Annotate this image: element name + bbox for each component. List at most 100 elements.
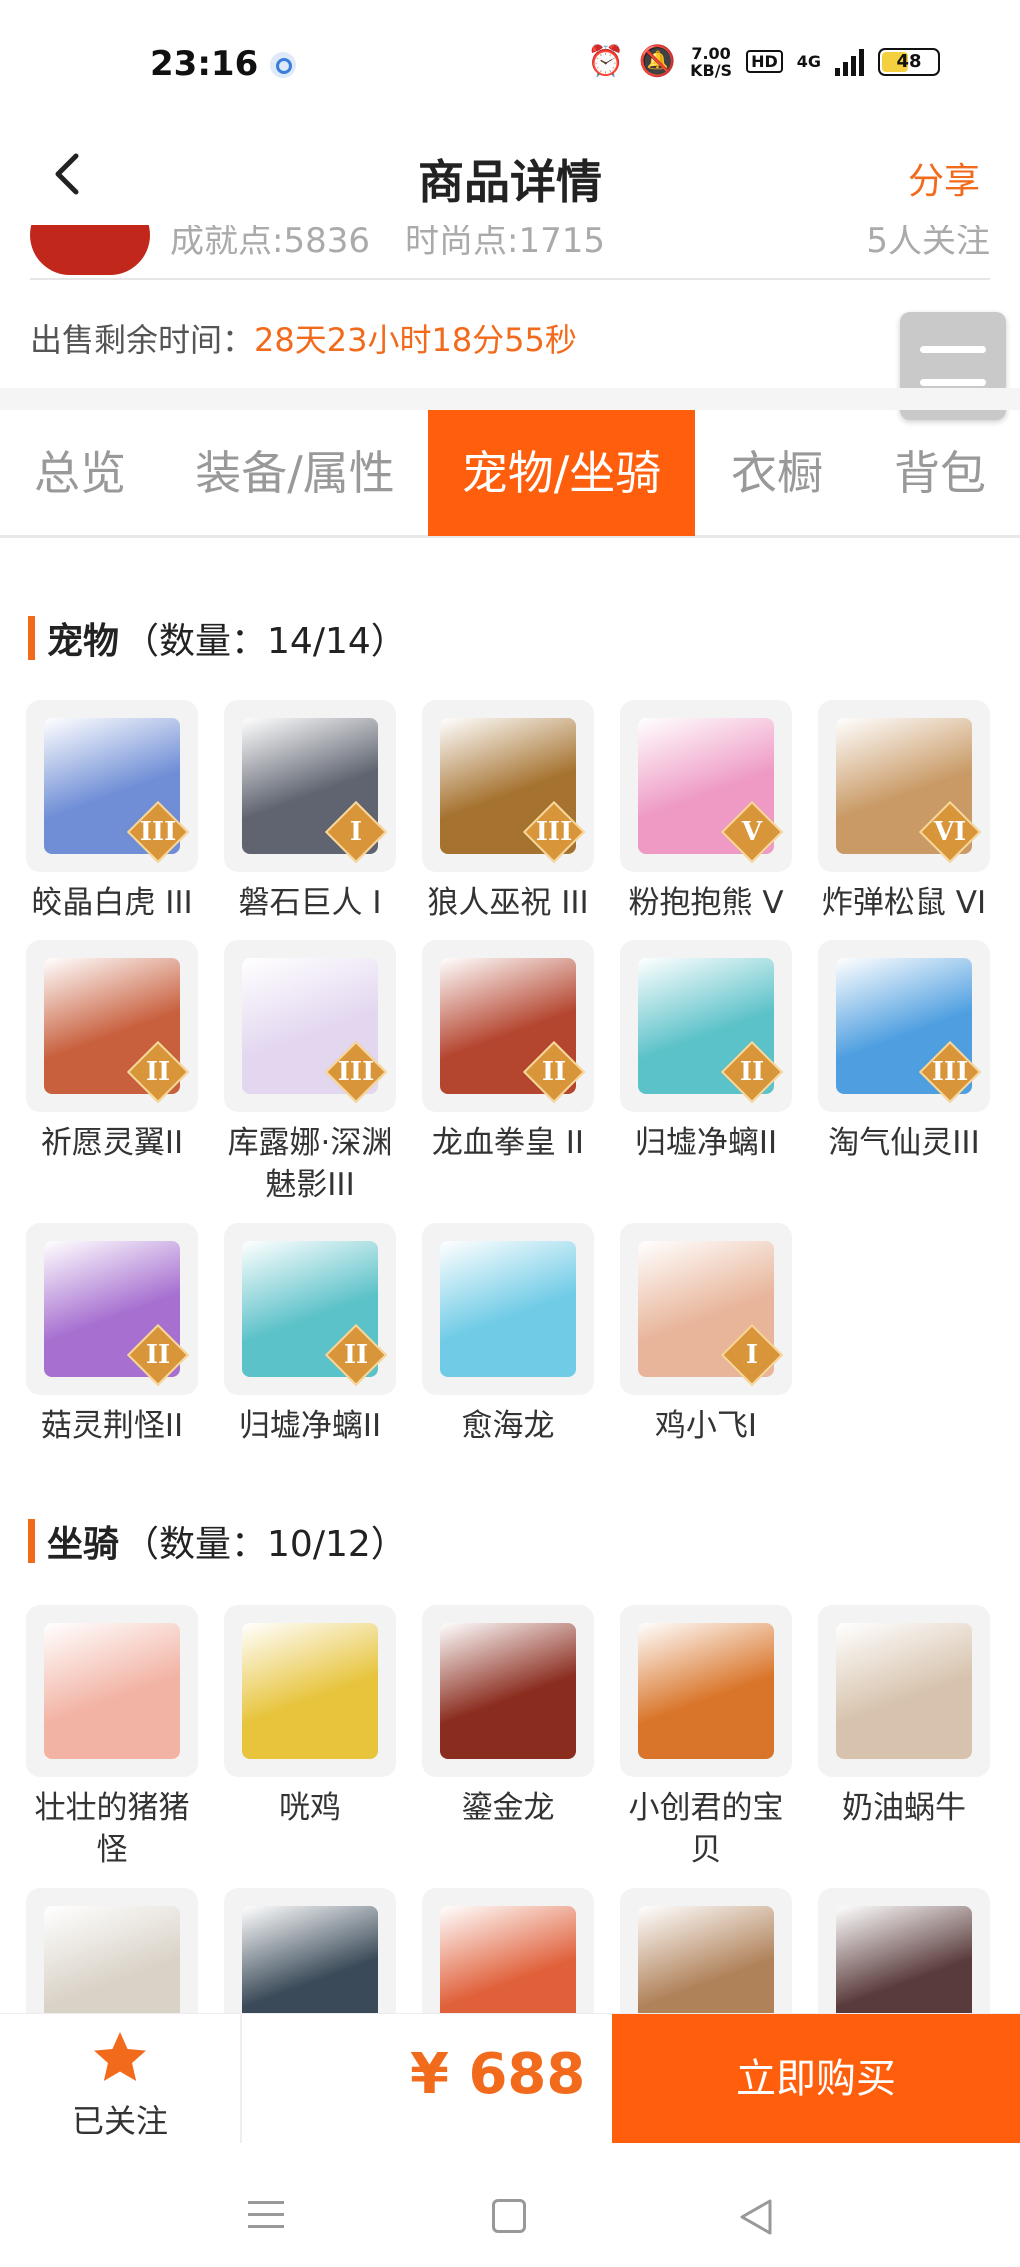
pet-name: 归墟净螭II [238, 1408, 382, 1444]
pet-name: 愈海龙 [461, 1408, 555, 1444]
pets-title: 宠物 [47, 621, 120, 662]
detail-tabs: 总览 装备/属性 宠物/坐骑 衣橱 背包 [0, 410, 1020, 538]
pet-item[interactable]: II 归墟净螭II [616, 940, 796, 1164]
mounts-section-header: 坐骑 （数量：10/12） [28, 1515, 407, 1567]
rank-numeral: I [745, 1340, 759, 1370]
mount-name: 奶油蜗牛 [842, 1790, 966, 1826]
pet-name: 皎晶白虎 III [31, 885, 193, 921]
pet-item[interactable]: III 狼人巫祝 III [418, 700, 598, 924]
tab-equipment[interactable]: 装备/属性 [180, 410, 410, 536]
rank-numeral: III [337, 1057, 375, 1087]
mount-image [440, 1623, 576, 1759]
pet-name: 淘气仙灵III [828, 1125, 980, 1161]
network-type: 4G [796, 52, 821, 71]
sale-timer-label: 出售剩余时间： [30, 321, 255, 359]
pet-thumbnail: II [26, 1223, 198, 1395]
pet-name: 祈愿灵翼II [40, 1125, 184, 1161]
pet-thumbnail: I [224, 700, 396, 872]
pet-name: 狼人巫祝 III [427, 885, 589, 921]
tab-wardrobe[interactable]: 衣橱 [712, 410, 842, 536]
status-bar: 23:16 ⏰ 🔕 7.00 KB/S HD 4G 48 [0, 0, 1020, 130]
pet-item[interactable]: III 淘气仙灵III [814, 940, 994, 1164]
pet-thumbnail: III [224, 940, 396, 1112]
pet-item[interactable]: II 祈愿灵翼II [22, 940, 202, 1164]
pet-thumbnail: III [26, 700, 198, 872]
battery-level: 48 [896, 50, 922, 72]
mount-thumbnail [26, 1605, 198, 1777]
pet-thumbnail: III [818, 940, 990, 1112]
mount-item[interactable]: 鎏金龙 [418, 1605, 598, 1829]
follow-button[interactable]: 已关注 [0, 2014, 242, 2144]
pet-item[interactable]: V 粉抱抱熊 V [616, 700, 796, 924]
rank-numeral: I [349, 817, 363, 847]
hd-icon: HD [746, 50, 783, 73]
system-back-icon[interactable] [738, 2197, 774, 2237]
pet-item[interactable]: III 库露娜·深渊魅影III [220, 940, 400, 1206]
status-icons: ⏰ 🔕 7.00 KB/S HD 4G 48 [587, 44, 940, 79]
rank-numeral: VI [933, 817, 967, 847]
section-accent [28, 616, 35, 660]
pet-thumbnail: I [620, 1223, 792, 1395]
rank-numeral: II [343, 1340, 369, 1370]
recent-apps-icon[interactable] [248, 2201, 284, 2237]
pet-item[interactable]: II 菇灵荆怪II [22, 1223, 202, 1447]
battery-icon: 48 [878, 47, 940, 76]
system-nav-bar [0, 2143, 1020, 2267]
home-icon[interactable] [492, 2199, 526, 2233]
nav-bar: 商品详情 分享 [0, 130, 1020, 225]
mount-item[interactable]: 咣鸡 [220, 1605, 400, 1829]
buy-now-button[interactable]: 立即购买 [612, 2014, 1020, 2144]
divider [30, 278, 990, 280]
star-icon [94, 2032, 146, 2081]
pet-item[interactable]: VI 炸弹松鼠 VI [814, 700, 994, 924]
pet-thumbnail: II [26, 940, 198, 1112]
mount-item[interactable]: 小创君的宝贝 [616, 1605, 796, 1871]
price: ¥ 688 [410, 2042, 586, 2107]
pet-name: 粉抱抱熊 V [628, 885, 784, 921]
tab-pets-mounts[interactable]: 宠物/坐骑 [428, 410, 695, 536]
pet-item[interactable]: I 磐石巨人 I [220, 700, 400, 924]
achievement-points: 成就点:5836 [170, 225, 370, 261]
mount-image [638, 1623, 774, 1759]
rank-numeral: II [145, 1340, 171, 1370]
rank-numeral: III [931, 1057, 969, 1087]
mount-name: 壮壮的猪猪怪 [34, 1790, 190, 1868]
pet-thumbnail: II [620, 940, 792, 1112]
mount-thumbnail [620, 1605, 792, 1777]
mount-name: 咣鸡 [279, 1790, 341, 1826]
rank-numeral: II [739, 1057, 765, 1087]
seller-avatar [30, 225, 150, 275]
pet-item[interactable]: II 归墟净螭II [220, 1223, 400, 1447]
mute-icon: 🔕 [638, 44, 677, 79]
pets-section-header: 宠物 （数量：14/14） [28, 612, 407, 664]
pet-name: 磐石巨人 I [238, 885, 382, 921]
pet-name: 库露娜·深渊魅影III [227, 1125, 393, 1203]
mount-item[interactable]: 奶油蜗牛 [814, 1605, 994, 1829]
section-divider [0, 388, 1020, 410]
app-notification-icon [270, 52, 296, 78]
follow-label: 已关注 [71, 2102, 168, 2140]
follow-count: 5人关注 [866, 225, 990, 261]
pet-item[interactable]: I 鸡小飞I [616, 1223, 796, 1447]
pet-name: 归墟净螭II [634, 1125, 778, 1161]
network-speed: 7.00 KB/S [690, 45, 732, 79]
seller-info-peek: 成就点:5836 时尚点:1715 5人关注 [0, 225, 1020, 280]
alarm-icon: ⏰ [587, 44, 625, 79]
pet-name: 菇灵荆怪II [40, 1408, 184, 1444]
network-speed-unit: KB/S [690, 60, 733, 80]
mount-item[interactable]: 壮壮的猪猪怪 [22, 1605, 202, 1871]
pet-thumbnail: V [620, 700, 792, 872]
pet-item[interactable]: 愈海龙 [418, 1223, 598, 1447]
mount-thumbnail [818, 1605, 990, 1777]
tab-overview[interactable]: 总览 [0, 410, 160, 536]
mount-name: 鎏金龙 [461, 1790, 555, 1826]
pet-item[interactable]: II 龙血拳皇 II [418, 940, 598, 1164]
mount-name: 小创君的宝贝 [628, 1790, 784, 1868]
network-speed-value: 7.00 [691, 43, 731, 63]
tab-bag[interactable]: 背包 [870, 410, 1010, 536]
pet-item[interactable]: III 皎晶白虎 III [22, 700, 202, 924]
mount-image [836, 1623, 972, 1759]
pet-name: 炸弹松鼠 VI [821, 885, 987, 921]
signal-icon [835, 48, 864, 76]
share-button[interactable]: 分享 [908, 152, 980, 204]
